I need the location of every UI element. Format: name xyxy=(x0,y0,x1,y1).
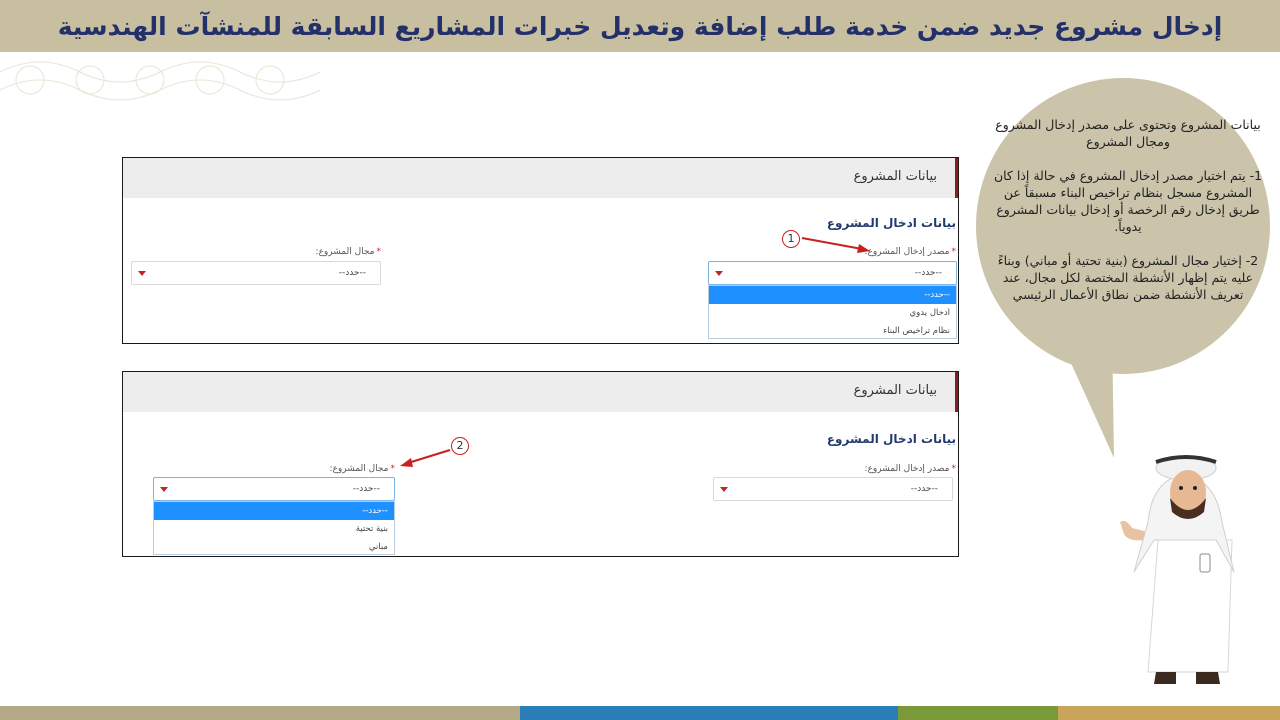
bubble-step-2: 2- إختيار مجال المشروع (بنية تحتية أو مب… xyxy=(997,253,1259,302)
slide-title: إدخال مشروع جديد ضمن خدمة طلب إضافة وتعد… xyxy=(57,11,1223,41)
panel-header: بيانات المشروع xyxy=(123,372,958,412)
project-data-panel-2: بيانات المشروع بيانات ادخال المشروع *مصد… xyxy=(122,371,959,557)
source-label: *مصدر إدخال المشروع: xyxy=(864,464,956,474)
field-label: *مجال المشروع: xyxy=(329,464,395,474)
annotation-arrow-icon xyxy=(801,237,870,253)
dropdown-option[interactable]: نظام تراخيص البناء xyxy=(709,322,956,340)
section-title: بيانات ادخال المشروع xyxy=(826,216,956,230)
footer-segment xyxy=(0,706,520,720)
panel-header: بيانات المشروع xyxy=(123,158,958,198)
field-select[interactable]: --حدد-- xyxy=(153,477,395,501)
source-select[interactable]: --حدد-- xyxy=(708,261,957,285)
field-label: *مجال المشروع: xyxy=(315,247,381,257)
footer-segment xyxy=(1058,706,1280,720)
dropdown-option[interactable]: ادخال يدوي xyxy=(709,304,956,322)
bubble-intro: بيانات المشروع وتحتوى على مصدر إدخال الم… xyxy=(995,117,1261,149)
footer-segment xyxy=(898,706,1058,720)
field-select[interactable]: --حدد-- xyxy=(131,261,381,285)
caret-down-icon xyxy=(720,487,728,492)
presenter-character-icon xyxy=(1120,455,1235,684)
source-dropdown: --حدد-- ادخال يدوي نظام تراخيص البناء xyxy=(708,285,957,339)
annotation-arrow-icon xyxy=(400,449,451,467)
caret-down-icon xyxy=(138,271,146,276)
bubble-step-1: 1- يتم اختيار مصدر إدخال المشروع في حالة… xyxy=(993,168,1263,234)
bubble-text: بيانات المشروع وتحتوى على مصدر إدخال الم… xyxy=(992,116,1264,320)
caret-down-icon xyxy=(160,487,168,492)
footer-strip xyxy=(0,706,1280,720)
dropdown-option[interactable]: --حدد-- xyxy=(709,286,956,304)
title-bar: إدخال مشروع جديد ضمن خدمة طلب إضافة وتعد… xyxy=(0,0,1280,52)
caret-down-icon xyxy=(715,271,723,276)
dropdown-option[interactable]: --حدد-- xyxy=(154,502,394,520)
dropdown-option[interactable]: مباني xyxy=(154,538,394,556)
panel-header-title: بيانات المشروع xyxy=(853,169,937,184)
field-dropdown: --حدد-- بنية تحتية مباني xyxy=(153,501,395,555)
footer-segment xyxy=(520,706,898,720)
panel-header-title: بيانات المشروع xyxy=(853,383,937,398)
source-select[interactable]: --حدد-- xyxy=(713,477,953,501)
step-badge-1: 1 xyxy=(782,230,800,248)
decorative-pattern-icon xyxy=(0,61,321,101)
dropdown-option[interactable]: بنية تحتية xyxy=(154,520,394,538)
section-title: بيانات ادخال المشروع xyxy=(826,432,956,446)
